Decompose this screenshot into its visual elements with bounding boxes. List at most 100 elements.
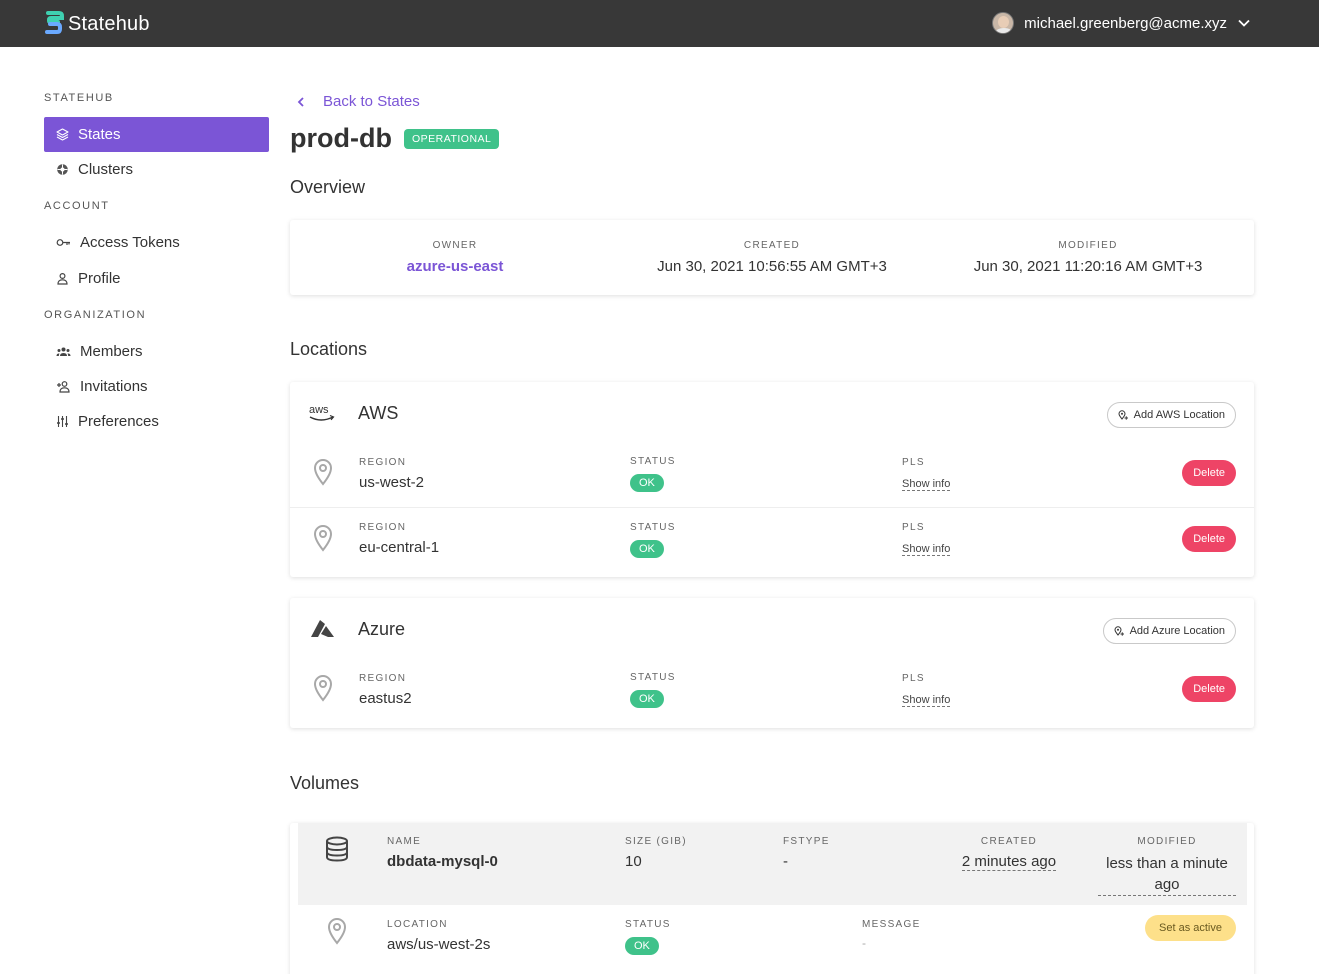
status-label: STATUS [630,522,676,533]
map-pin-icon [327,918,347,945]
user-menu[interactable]: michael.greenberg@acme.xyz [992,12,1251,34]
sidebar-item-members[interactable]: Members [44,334,269,369]
message-cell: MESSAGE - [862,919,921,950]
volume-created: 2 minutes ago [961,853,1057,871]
pls-cell: PLS Show info [902,457,951,492]
chevron-left-icon [297,96,304,107]
sidebar-item-label: Clusters [78,161,134,178]
location-cell: LOCATION aws/us-west-2s [387,919,490,953]
created-label: CREATED [743,240,801,251]
provider-card-azure: Azure Add Azure Location REGION eastus2 … [290,598,1254,728]
modified-label: MODIFIED [1137,836,1197,847]
created-label: CREATED [980,836,1038,847]
volume-size: 10 [625,853,642,870]
status-badge: OK [625,937,659,955]
sidebar-item-states[interactable]: States [44,117,269,152]
modified-cell: MODIFIED less than a minute ago [1098,836,1236,896]
helm-icon [57,164,68,175]
size-label: SIZE (GIB) [625,836,687,847]
volume-card: NAME dbdata-mysql-0 SIZE (GIB) 10 FSTYPE… [290,823,1254,974]
add-azure-location-button[interactable]: Add Azure Location [1102,618,1236,644]
person-add-icon [57,381,70,393]
database-icon [326,836,348,862]
back-link-label: Back to States [323,93,420,110]
region-value: us-west-2 [359,474,425,491]
sidebar-item-invitations[interactable]: Invitations [44,369,269,404]
volume-message: - [862,936,866,950]
status-label: STATUS [630,672,676,683]
volume-location: aws/us-west-2s [387,936,491,953]
created-cell: CREATED 2 minutes ago [948,836,1070,871]
region-cell: REGION eastus2 [359,673,412,707]
volume-modified: less than a minute ago [1098,853,1236,896]
owner-field: OWNER azure-us-east [355,240,555,275]
overview-card: OWNER azure-us-east CREATED Jun 30, 2021… [290,220,1254,295]
sidebar-section-title: STATEHUB [44,92,114,104]
back-link[interactable]: Back to States [296,93,420,110]
volume-location-row: LOCATION aws/us-west-2s STATUS OK MESSAG… [290,905,1254,970]
key-icon [56,239,70,246]
sidebar-item-clusters[interactable]: Clusters [44,152,269,187]
owner-link[interactable]: azure-us-east [355,258,555,275]
pls-label: PLS [902,673,925,684]
pls-label: PLS [902,522,925,533]
volume-modified-line: ago [1154,876,1180,893]
pls-cell: PLS Show info [902,522,951,557]
locations-heading: Locations [290,339,368,359]
created-value: Jun 30, 2021 10:56:55 AM GMT+3 [657,258,887,275]
sidebar-item-label: Access Tokens [80,234,180,251]
aws-logo-icon: aws [309,404,335,421]
statehub-logo-icon [45,11,64,34]
status-cell: STATUS OK [630,456,676,492]
top-bar: Statehub michael.greenberg@acme.xyz [0,0,1319,47]
sidebar-item-access-tokens[interactable]: Access Tokens [44,225,269,260]
region-label: REGION [359,457,407,468]
add-location-label: Add Azure Location [1129,625,1225,637]
add-aws-location-button[interactable]: Add AWS Location [1106,402,1236,428]
region-cell: REGION us-west-2 [359,457,424,491]
location-row: REGION eastus2 STATUS OK PLS Show info D… [290,658,1254,723]
map-pin-icon [313,675,333,702]
set-as-active-button[interactable]: Set as active [1145,915,1236,941]
show-info-link[interactable]: Show info [902,478,951,491]
region-cell: REGION eu-central-1 [359,522,439,556]
sliders-icon [57,416,68,427]
location-row: REGION eu-central-1 STATUS OK PLS Show i… [290,507,1254,572]
pls-label: PLS [902,457,925,468]
layers-icon [56,128,69,141]
volume-name: dbdata-mysql-0 [387,853,498,870]
sidebar-item-label: States [78,126,121,143]
modified-label: MODIFIED [1058,240,1118,251]
volume-modified-line: less than a minute [1106,855,1228,872]
region-label: REGION [359,522,407,533]
show-info-link[interactable]: Show info [902,543,951,556]
delete-button[interactable]: Delete [1182,460,1236,486]
svg-text:aws: aws [309,404,329,416]
name-label: NAME [387,836,422,847]
app-name: Statehub [68,12,150,35]
region-value: eastus2 [359,690,412,707]
fstype-cell: FSTYPE - [783,836,830,870]
delete-button[interactable]: Delete [1182,526,1236,552]
sidebar-item-preferences[interactable]: Preferences [44,404,269,439]
region-label: REGION [359,673,407,684]
show-info-link[interactable]: Show info [902,694,951,707]
delete-button[interactable]: Delete [1182,676,1236,702]
azure-logo-icon [311,620,334,637]
group-icon [56,347,71,356]
sidebar-item-profile[interactable]: Profile [44,261,269,296]
name-cell: NAME dbdata-mysql-0 [387,836,498,870]
modified-value: Jun 30, 2021 11:20:16 AM GMT+3 [973,258,1203,275]
volumes-heading: Volumes [290,773,360,793]
region-value: eu-central-1 [359,539,440,556]
provider-name: Azure [358,618,406,639]
status-label: STATUS [625,919,671,930]
status-badge: OPERATIONAL [403,128,500,149]
size-cell: SIZE (GIB) 10 [625,836,687,870]
sidebar-section-title: ORGANIZATION [44,309,147,321]
app-logo[interactable]: Statehub [44,11,150,37]
user-email: michael.greenberg@acme.xyz [1024,14,1227,32]
sidebar-item-label: Profile [78,270,121,287]
provider-name: AWS [358,402,399,423]
status-cell: STATUS OK [625,919,671,955]
